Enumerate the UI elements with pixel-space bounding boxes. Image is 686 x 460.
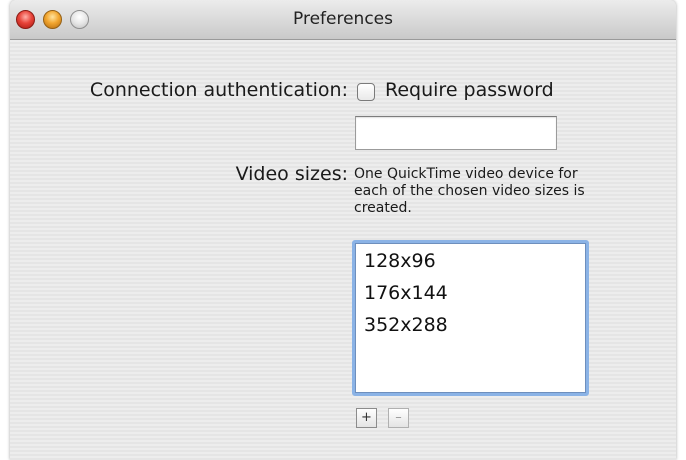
list-item-size[interactable]: 176x144 (364, 282, 448, 304)
require-password-label[interactable]: Require password (385, 79, 554, 101)
add-size-button[interactable]: + (356, 408, 377, 428)
title-bar[interactable]: Preferences (10, 0, 676, 40)
help-text-line: created. (354, 200, 412, 216)
password-field[interactable] (355, 116, 557, 150)
video-sizes-label: Video sizes: (235, 163, 348, 185)
help-text-line: each of the chosen video sizes is (354, 183, 585, 199)
video-sizes-list[interactable]: 128x96 176x144 352x288 (355, 243, 586, 393)
require-password-checkbox[interactable] (357, 83, 375, 101)
list-item-size[interactable]: 352x288 (364, 314, 448, 336)
remove-size-button[interactable]: – (388, 408, 409, 428)
list-item-size[interactable]: 128x96 (364, 250, 436, 272)
connection-authentication-label: Connection authentication: (89, 79, 348, 101)
video-sizes-help-text: One QuickTime video device for each of t… (354, 166, 659, 217)
help-text-line: One QuickTime video device for (354, 166, 578, 182)
preferences-window: Preferences Connection authentication: R… (10, 0, 676, 460)
window-title: Preferences (293, 9, 393, 29)
